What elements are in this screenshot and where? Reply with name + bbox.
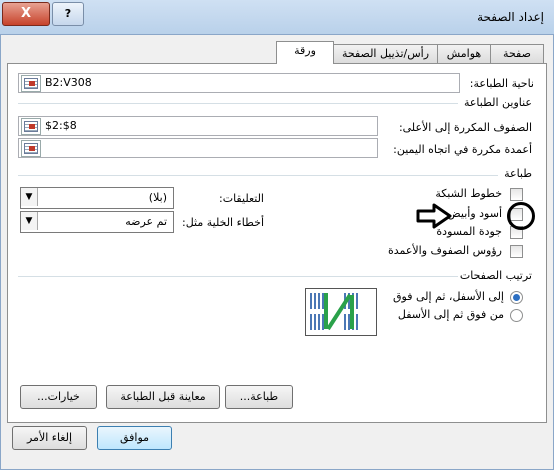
- chevron-down-icon[interactable]: ▼: [21, 212, 38, 230]
- row-col-headings-checkbox[interactable]: [510, 245, 523, 258]
- close-button[interactable]: X: [2, 2, 50, 26]
- range-picker-icon[interactable]: [21, 118, 41, 135]
- window-title: إعداد الصفحة: [477, 10, 544, 24]
- range-picker-icon[interactable]: [21, 140, 41, 157]
- annotation-circle: [507, 202, 535, 230]
- rows-to-repeat-label: الصفوف المكررة إلى الأعلى:: [398, 121, 532, 134]
- ok-button[interactable]: موافق: [97, 426, 172, 450]
- down-then-over-label: إلى الأسفل، ثم إلى فوق: [393, 290, 504, 303]
- page-order-preview: [305, 288, 377, 336]
- cancel-button[interactable]: إلغاء الأمر: [12, 426, 87, 450]
- range-picker-icon[interactable]: [21, 75, 41, 92]
- print-preview-button[interactable]: معاينة قبل الطباعة: [106, 385, 220, 409]
- print-area-label: ناحية الطباعة:: [469, 77, 534, 90]
- options-button[interactable]: خيارات...: [20, 385, 97, 409]
- cell-errors-select[interactable]: ▼ تم عرضه: [20, 211, 174, 233]
- comments-select[interactable]: ▼ (بلا): [20, 187, 174, 209]
- row-col-headings-label: رؤوس الصفوف والأعمدة: [387, 244, 502, 257]
- rows-to-repeat-input[interactable]: $2:$8: [18, 116, 378, 136]
- help-button[interactable]: ?: [52, 2, 84, 26]
- cell-errors-value: تم عرضه: [125, 215, 167, 228]
- chevron-down-icon[interactable]: ▼: [21, 188, 38, 206]
- comments-label: التعليقات:: [219, 192, 264, 205]
- print-button[interactable]: طباعة...: [225, 385, 293, 409]
- down-then-over-radio[interactable]: [510, 291, 523, 304]
- cols-to-repeat-label: أعمدة مكررة في اتجاه اليمين:: [393, 143, 532, 156]
- gridlines-label: خطوط الشبكة: [435, 187, 502, 200]
- print-divider: [18, 175, 498, 176]
- gridlines-checkbox[interactable]: [510, 188, 523, 201]
- black-white-label: أسود وأبيض: [447, 207, 502, 220]
- print-titles-divider: [18, 103, 458, 104]
- page-order-header: ترتيب الصفحات: [459, 269, 532, 282]
- print-titles-header: عناوين الطباعة: [463, 96, 532, 109]
- tab-margins[interactable]: هوامش: [437, 44, 491, 63]
- print-header: طباعة: [504, 167, 532, 180]
- page-order-divider: [18, 276, 458, 277]
- arrow-right-icon: [416, 203, 452, 229]
- print-area-input[interactable]: B2:V308: [18, 73, 460, 93]
- cols-to-repeat-input[interactable]: [18, 138, 378, 158]
- comments-value: (بلا): [148, 191, 167, 204]
- tab-sheet[interactable]: ورقة: [276, 41, 334, 64]
- tab-header-footer[interactable]: رأس/تذييل الصفحة: [333, 44, 438, 63]
- over-then-down-radio[interactable]: [510, 309, 523, 322]
- print-area-value: B2:V308: [45, 76, 92, 89]
- cell-errors-label: أخطاء الخلية مثل:: [181, 216, 264, 229]
- over-then-down-label: من فوق ثم إلى الأسفل: [397, 308, 504, 321]
- rows-to-repeat-value: $2:$8: [45, 119, 77, 132]
- tab-page[interactable]: صفحة: [490, 44, 544, 63]
